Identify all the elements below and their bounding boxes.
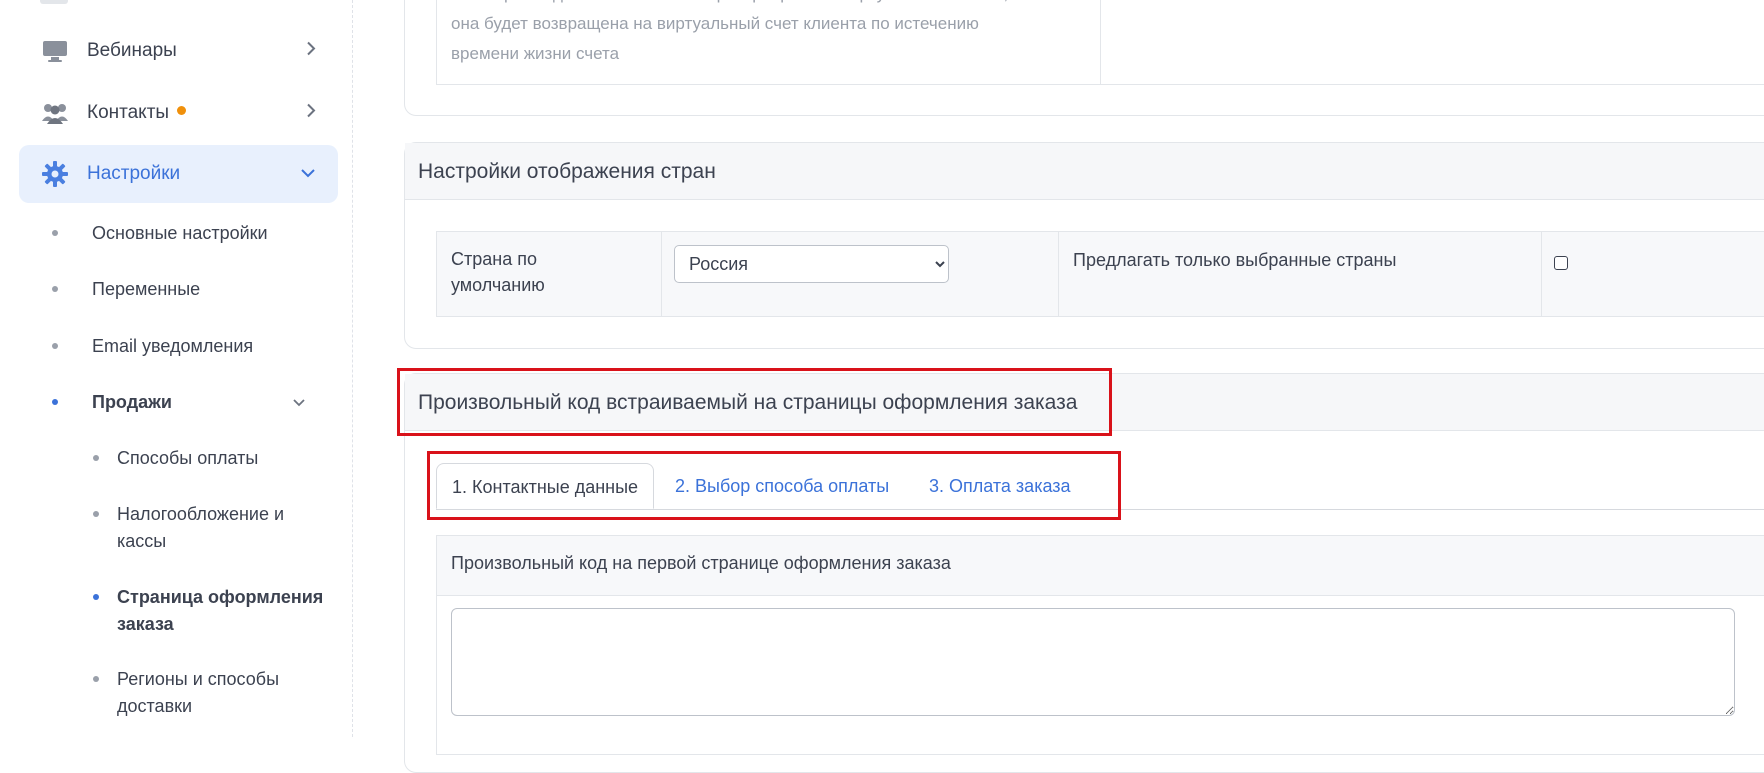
users-icon bbox=[41, 99, 69, 127]
sidebar-item-contacts[interactable]: Контакты bbox=[19, 84, 338, 142]
chevron-right-icon bbox=[306, 41, 316, 62]
bullet bbox=[93, 511, 99, 517]
only-selected-countries-checkbox[interactable] bbox=[1554, 256, 1568, 270]
sidebar-item-label: Вебинары bbox=[87, 40, 177, 61]
gear-icon bbox=[41, 160, 69, 188]
only-selected-countries-label: Предлагать только выбранные страны bbox=[1073, 250, 1397, 270]
bullet bbox=[52, 230, 58, 236]
bullet bbox=[93, 676, 99, 682]
default-country-label: Страна по умолчанию bbox=[451, 249, 545, 295]
sidebar-item-settings[interactable]: Настройки bbox=[19, 145, 338, 203]
highlight-box-tabs bbox=[427, 451, 1121, 520]
chevron-right-icon bbox=[306, 103, 316, 124]
virtual-currency-table: Если при создании счета была зарезервиро… bbox=[436, 0, 1764, 85]
countries-table: Страна по умолчанию Предлагать только вы… bbox=[436, 231, 1764, 317]
highlight-box-title bbox=[397, 368, 1112, 436]
sidebar: Вебинары Контакты Настройки Основные нас… bbox=[0, 0, 353, 737]
virtual-currency-card: Если при создании счета была зарезервиро… bbox=[404, 0, 1764, 116]
reserved-currency-note: Если при создании счета была зарезервиро… bbox=[451, 0, 1008, 63]
card-header: Настройки отображения стран bbox=[405, 143, 1764, 200]
notification-dot bbox=[177, 106, 187, 116]
countries-display-card: Настройки отображения стран Страна по ум… bbox=[404, 142, 1764, 349]
bullet bbox=[93, 594, 99, 600]
bullet bbox=[93, 455, 99, 461]
sidebar-item-webinars[interactable]: Вебинары bbox=[19, 22, 338, 80]
chevron-down-icon bbox=[300, 165, 316, 183]
default-country-select[interactable]: Россия bbox=[674, 245, 949, 283]
bullet bbox=[52, 286, 58, 292]
custom-code-textarea[interactable] bbox=[451, 608, 1735, 716]
bullet bbox=[52, 343, 58, 349]
bullet bbox=[52, 399, 58, 405]
sidebar-item-label: Контакты bbox=[87, 102, 170, 123]
sidebar-item-partial bbox=[40, 0, 68, 4]
card-title: Настройки отображения стран bbox=[418, 160, 716, 183]
sidebar-item-label: Настройки bbox=[87, 163, 181, 184]
monitor-icon bbox=[41, 37, 69, 65]
panel-title: Произвольный код на первой странице офор… bbox=[451, 553, 951, 573]
chevron-down-icon bbox=[292, 389, 306, 415]
